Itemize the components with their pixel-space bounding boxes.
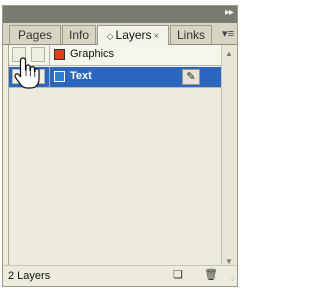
trash-icon[interactable]: 🗑: [204, 269, 218, 282]
pen-icon[interactable]: ✎: [182, 69, 200, 85]
scroll-up-icon[interactable]: ▲: [222, 47, 236, 61]
row-divider: [49, 67, 50, 88]
tab-layers[interactable]: ◇ Layers ×: [97, 25, 169, 45]
close-icon[interactable]: ×: [154, 31, 160, 42]
tab-pages-label: Pages: [17, 28, 53, 42]
status-bar: 2 Layers ❏ 🗑 ⁘: [3, 265, 237, 286]
resize-grip-icon[interactable]: ⁘: [226, 275, 236, 285]
layer-count-label: 2 Layers: [8, 270, 51, 282]
tab-links[interactable]: Links: [170, 25, 212, 44]
layer-name: Graphics: [70, 48, 115, 60]
collapse-icon[interactable]: ▸▸: [225, 8, 234, 18]
tab-bar: Pages Info ◇ Layers × Links ▾≡: [3, 23, 237, 45]
layer-color-swatch: [54, 71, 65, 82]
panel-menu-icon[interactable]: ▾≡: [222, 27, 234, 40]
layer-color-swatch: [54, 49, 65, 60]
tab-links-label: Links: [176, 28, 205, 42]
hand-cursor-icon: [14, 57, 40, 89]
tab-layers-label: Layers: [115, 28, 152, 42]
tab-pages[interactable]: Pages: [9, 25, 61, 44]
layers-panel: ▸▸ Pages Info ◇ Layers × Links ▾≡ Graphics: [2, 5, 238, 287]
new-layer-icon[interactable]: ❏: [171, 269, 185, 282]
tab-info-label: Info: [68, 28, 89, 42]
panel-title-bar: ▸▸: [3, 6, 237, 23]
layers-tab-icon: ◇: [106, 31, 114, 41]
layer-name: Text: [70, 70, 92, 82]
tab-info[interactable]: Info: [62, 25, 96, 44]
vertical-scrollbar[interactable]: ▲ ▼: [221, 45, 236, 271]
row-divider: [49, 45, 50, 66]
